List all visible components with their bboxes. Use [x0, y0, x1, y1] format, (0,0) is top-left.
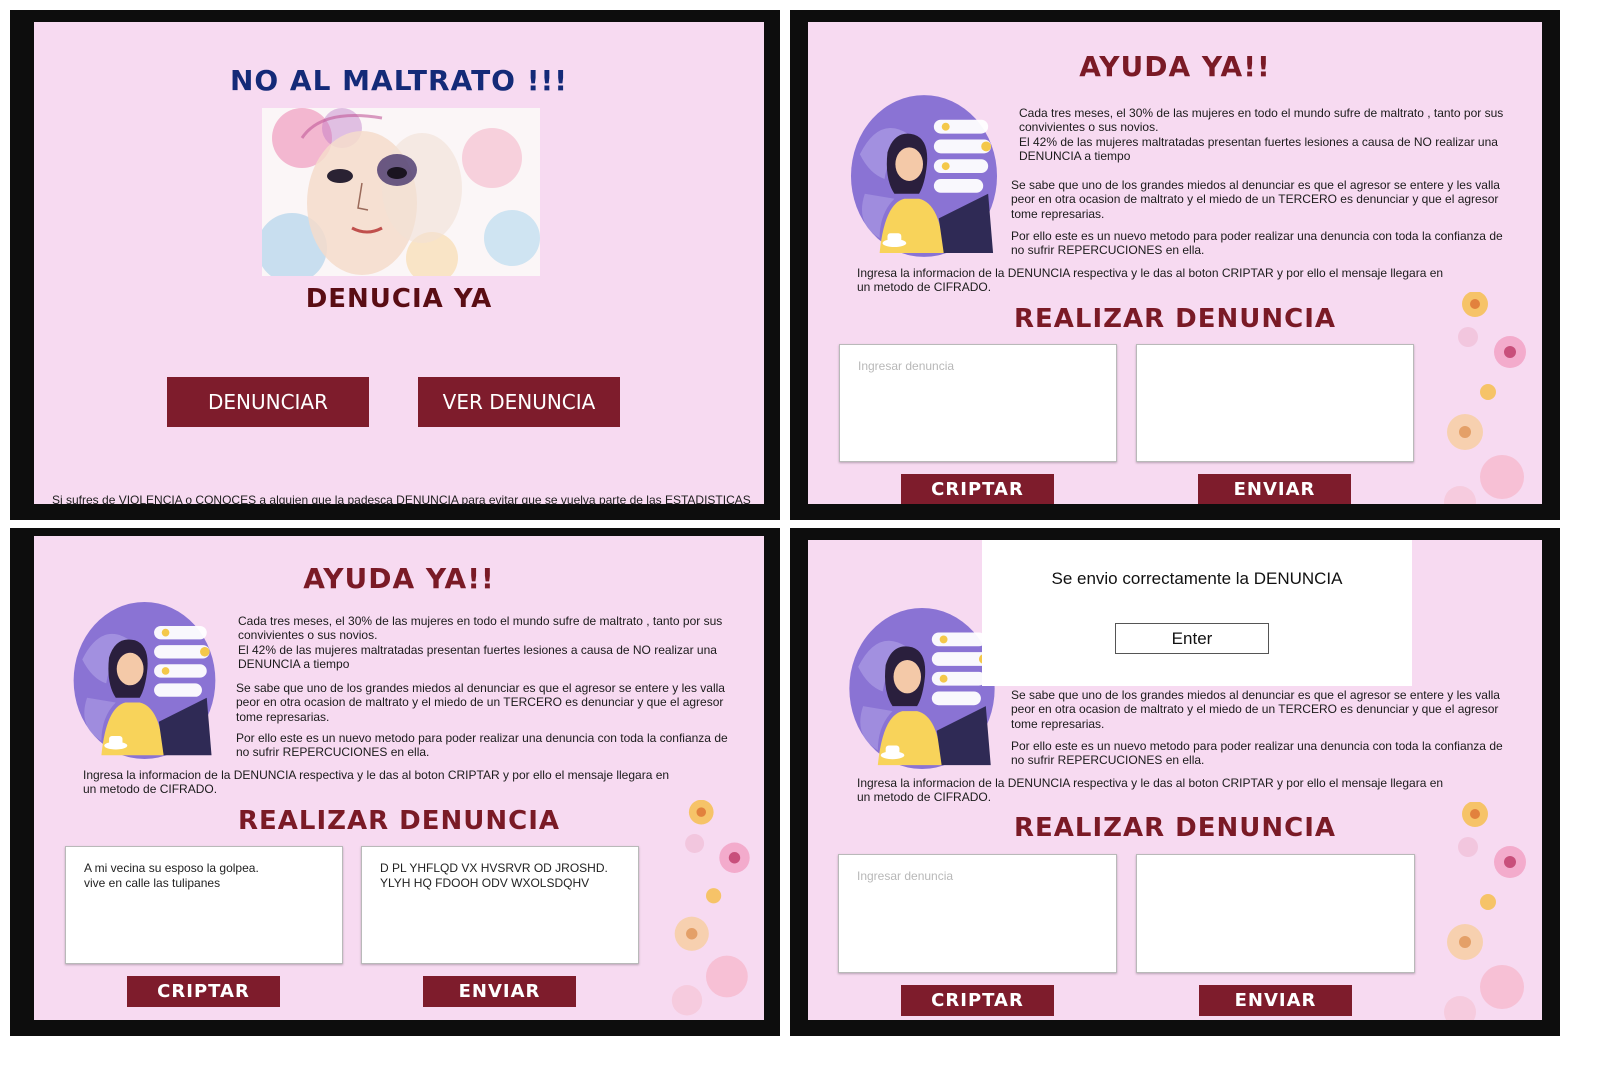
section-title: REALIZAR DENUNCIA [1013, 304, 1337, 334]
enviar-button[interactable]: ENVIAR [1199, 985, 1352, 1016]
fear-paragraph: Se sabe que uno de los grandes miedos al… [1011, 688, 1500, 731]
screen-form-empty: AYUDA YA!! Cada tres meses, el 30% de la… [790, 10, 1560, 520]
page-subtitle: DENUCIA YA [305, 284, 493, 314]
stat-paragraph: Cada tres meses, el 30% de las mujeres e… [238, 614, 723, 672]
hero-image [262, 108, 540, 276]
denuncia-input[interactable]: A mi vecina su esposo la golpea. vive en… [65, 846, 343, 964]
enter-button[interactable]: Enter [1115, 623, 1269, 654]
instructions-paragraph: Ingresa la informacion de la DENUNCIA re… [857, 266, 1444, 295]
enviar-button[interactable]: ENVIAR [1198, 474, 1351, 504]
criptar-button[interactable]: CRIPTAR [901, 985, 1054, 1016]
fear-paragraph: Se sabe que uno de los grandes miedos al… [236, 681, 725, 724]
cipher-output[interactable]: D PL YHFLQD VX HVSRVR OD JROSHD. YLYH HQ… [361, 846, 639, 964]
form-view: Se sabe que uno de los grandes miedos al… [808, 540, 1542, 1020]
screen-form-filled: AYUDA YA!! Cada tres meses, el 30% de la… [10, 528, 780, 1036]
footer-text: Si sufres de VIOLENCIA o CONOCES a algui… [52, 493, 751, 504]
denuncia-input[interactable] [838, 854, 1117, 973]
form-view: AYUDA YA!! Cada tres meses, el 30% de la… [34, 536, 764, 1020]
flowers-decoration [668, 800, 763, 1020]
method-paragraph: Por ello este es un nuevo metodo para po… [236, 731, 728, 760]
page-title: NO AL MALTRATO !!! [229, 64, 569, 97]
enviar-button[interactable]: ENVIAR [423, 976, 576, 1007]
dialog-message: Se envio correctamente la DENUNCIA [1051, 569, 1343, 588]
flowers-decoration [1440, 802, 1540, 1020]
screen-confirmation: Se sabe que uno de los grandes miedos al… [790, 528, 1560, 1036]
ver-denuncia-button[interactable]: VER DENUNCIA [418, 377, 620, 427]
cipher-output[interactable] [1136, 854, 1415, 973]
success-dialog: Se envio correctamente la DENUNCIA Enter [982, 540, 1412, 686]
form-title: AYUDA YA!! [303, 562, 495, 595]
woman-laptop-illustration [848, 608, 996, 770]
denunciar-button[interactable]: DENUNCIAR [167, 377, 369, 427]
form-view: AYUDA YA!! Cada tres meses, el 30% de la… [808, 22, 1542, 504]
criptar-button[interactable]: CRIPTAR [127, 976, 280, 1007]
stat-paragraph: Cada tres meses, el 30% de las mujeres e… [1019, 106, 1504, 164]
form-title: AYUDA YA!! [1079, 50, 1271, 83]
instructions-paragraph: Ingresa la informacion de la DENUNCIA re… [857, 776, 1444, 805]
watercolor-face-illustration [262, 108, 540, 276]
section-title: REALIZAR DENUNCIA [237, 806, 561, 836]
home-view: NO AL MALTRATO !!! DENUCIA YA DENUNCIAR [34, 22, 764, 504]
woman-laptop-illustration [850, 94, 998, 259]
woman-laptop-illustration [72, 602, 217, 760]
screen-home: NO AL MALTRATO !!! DENUCIA YA DENUNCIAR [10, 10, 780, 520]
instructions-paragraph: Ingresa la informacion de la DENUNCIA re… [83, 768, 670, 797]
flowers-decoration [1440, 292, 1540, 504]
denuncia-input[interactable] [839, 344, 1117, 462]
criptar-button[interactable]: CRIPTAR [901, 474, 1054, 504]
cipher-output[interactable] [1136, 344, 1414, 462]
method-paragraph: Por ello este es un nuevo metodo para po… [1011, 229, 1503, 258]
fear-paragraph: Se sabe que uno de los grandes miedos al… [1011, 178, 1500, 221]
section-title: REALIZAR DENUNCIA [1013, 813, 1337, 843]
method-paragraph: Por ello este es un nuevo metodo para po… [1011, 739, 1503, 768]
